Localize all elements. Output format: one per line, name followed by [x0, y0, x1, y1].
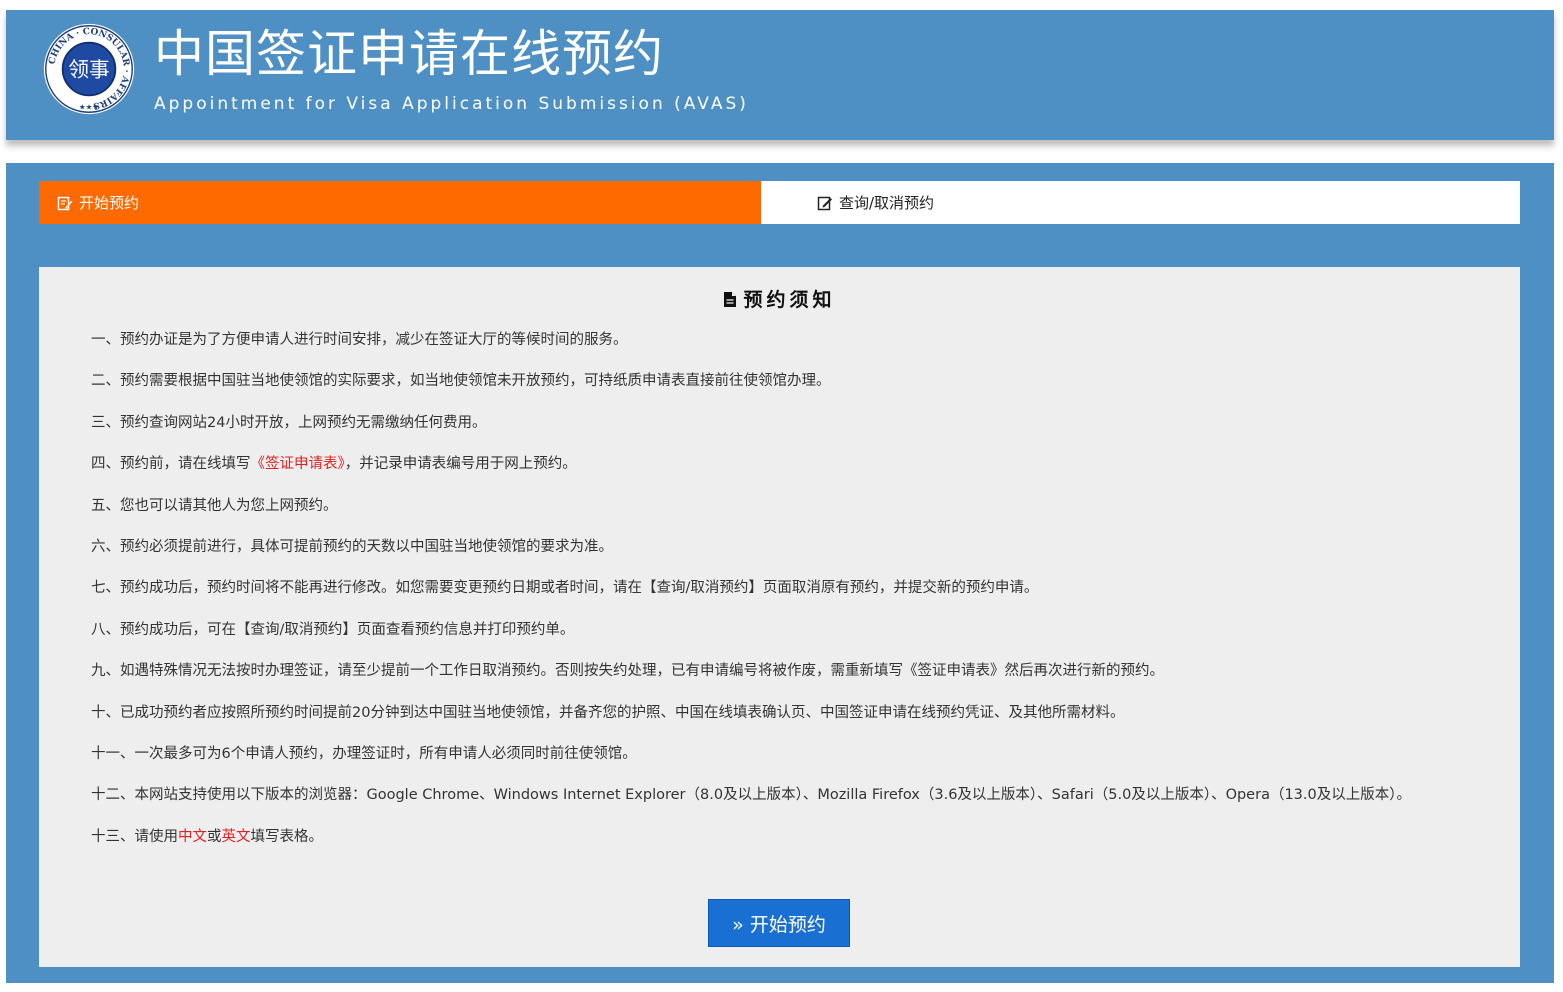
notice-item: 四、预约前，请在线填写《签证申请表》，并记录申请表编号用于网上预约。: [91, 453, 1511, 494]
highlighted-text: 英文: [221, 828, 251, 845]
notice-text: ，并记录申请表编号用于网上预约。: [344, 456, 577, 473]
notice-item: 五、您也可以请其他人为您上网预约。: [91, 495, 1511, 536]
notice-title: 预约须知: [39, 285, 1520, 313]
notice-text: 五、您也可以请其他人为您上网预约。: [91, 497, 338, 514]
notice-text: 三、预约查询网站24小时开放，上网预约无需缴纳任何费用。: [91, 414, 487, 431]
visa-application-form-link[interactable]: 《签证申请表》: [251, 456, 345, 472]
notice-item: 十二、本网站支持使用以下版本的浏览器：Google Chrome、Windows…: [91, 784, 1511, 825]
notice-list: 一、预约办证是为了方便申请人进行时间安排，减少在签证大厅的等候时间的服务。二、预…: [91, 329, 1511, 867]
edit-icon: [817, 195, 833, 211]
notice-text: 十二、本网站支持使用以下版本的浏览器：Google Chrome、Windows…: [91, 787, 1411, 804]
notice-text: 四、预约前，请在线填写: [91, 456, 251, 473]
start-appointment-button[interactable]: » 开始预约: [708, 899, 850, 947]
document-icon: [723, 291, 737, 313]
notice-item: 十三、请使用中文或英文填写表格。: [91, 826, 1511, 867]
notice-text: 一、预约办证是为了方便申请人进行时间安排，减少在签证大厅的等候时间的服务。: [91, 332, 628, 348]
consular-affairs-logo: CHINA · CONSULAR · AFFAIRS 领事 ★★★: [43, 23, 135, 115]
tab-query-label: 查询/取消预约: [839, 194, 935, 212]
tab-start-appointment[interactable]: 开始预约: [39, 181, 761, 224]
site-title: 中国签证申请在线预约: [154, 25, 664, 83]
tab-content-strip: [39, 224, 1520, 267]
notice-text: 八、预约成功后，可在【查询/取消预约】页面查看预约信息并打印预约单。: [91, 621, 575, 638]
notice-text: 填写表格。: [250, 828, 324, 845]
notice-item: 二、预约需要根据中国驻当地使领馆的实际要求，如当地使领馆未开放预约，可持纸质申请…: [91, 370, 1511, 411]
logo-stars: ★★★: [79, 102, 99, 111]
notice-item: 十一、一次最多可为6个申请人预约，办理签证时，所有申请人必须同时前往使领馆。: [91, 743, 1511, 784]
notice-text: 十、已成功预约者应按照所预约时间提前20分钟到达中国驻当地使领馆，并备齐您的护照…: [91, 704, 1125, 721]
notice-title-text: 预约须知: [743, 289, 836, 311]
notice-text: 十三、请使用: [91, 828, 178, 845]
site-header: CHINA · CONSULAR · AFFAIRS 领事 ★★★ 中国签证申请…: [6, 10, 1554, 140]
tab-query-cancel[interactable]: 查询/取消预约: [761, 181, 1520, 224]
logo-center-text: 领事: [68, 58, 109, 82]
notice-item: 三、预约查询网站24小时开放，上网预约无需缴纳任何费用。: [91, 412, 1511, 453]
notice-item: 七、预约成功后，预约时间将不能再进行修改。如您需要变更预约日期或者时间，请在【查…: [91, 577, 1511, 618]
edit-form-icon: [57, 195, 73, 211]
highlighted-text: 中文: [178, 828, 207, 845]
notice-item: 九、如遇特殊情况无法按时办理签证，请至少提前一个工作日取消预约。否则按失约处理，…: [91, 660, 1511, 701]
notice-text: 或: [207, 828, 222, 845]
tab-start-label: 开始预约: [79, 194, 140, 212]
tab-bar: 开始预约 查询/取消预约: [39, 181, 1520, 224]
notice-text: 七、预约成功后，预约时间将不能再进行修改。如您需要变更预约日期或者时间，请在【查…: [91, 580, 1039, 597]
site-subtitle: Appointment for Visa Application Submiss…: [154, 94, 749, 114]
notice-panel: 预约须知 一、预约办证是为了方便申请人进行时间安排，减少在签证大厅的等候时间的服…: [39, 267, 1520, 967]
notice-item: 一、预约办证是为了方便申请人进行时间安排，减少在签证大厅的等候时间的服务。: [91, 329, 1511, 370]
notice-text: 二、预约需要根据中国驻当地使领馆的实际要求，如当地使领馆未开放预约，可持纸质申请…: [91, 373, 831, 390]
notice-item: 八、预约成功后，可在【查询/取消预约】页面查看预约信息并打印预约单。: [91, 619, 1511, 660]
notice-item: 十、已成功预约者应按照所预约时间提前20分钟到达中国驻当地使领馆，并备齐您的护照…: [91, 702, 1511, 743]
notice-item: 六、预约必须提前进行，具体可提前预约的天数以中国驻当地使领馆的要求为准。: [91, 536, 1511, 577]
notice-text: 十一、一次最多可为6个申请人预约，办理签证时，所有申请人必须同时前往使领馆。: [91, 745, 637, 762]
notice-text: 九、如遇特殊情况无法按时办理签证，请至少提前一个工作日取消预约。否则按失约处理，…: [91, 663, 1164, 680]
notice-text: 六、预约必须提前进行，具体可提前预约的天数以中国驻当地使领馆的要求为准。: [91, 538, 613, 555]
